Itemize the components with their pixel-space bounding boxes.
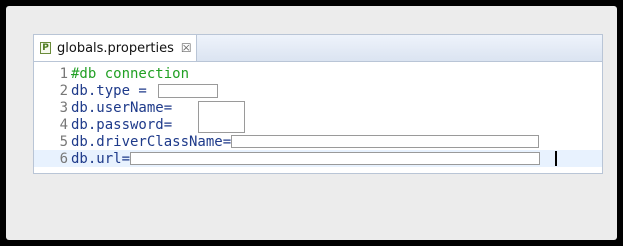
close-icon[interactable]: ☒ [181,41,192,55]
key-db-driverclassname: db.driverClassName= [71,133,232,150]
redacted-value [198,101,245,133]
line-number: 1 [59,65,68,82]
tab-bar: P globals.properties ☒ [34,35,602,62]
code-area[interactable]: 1 #db connection 2 db.type = 3 db.userNa… [34,65,602,173]
key-db-password: db.password= [71,116,173,133]
code-line-3: 3 db.userName= [34,99,602,116]
redacted-value [231,135,540,148]
window-frame: P globals.properties ☒ 1 #db connection … [6,6,617,240]
text-caret [555,151,557,166]
code-line-5: 5 db.driverClassName= [34,133,602,150]
line-number: 5 [59,133,68,150]
key-db-username: db.userName= [71,99,173,116]
key-db-type: db.type = [71,82,156,99]
comment-text: #db connection [71,65,190,82]
line-number: 3 [59,99,68,116]
properties-file-icon: P [40,42,51,54]
tab-label: globals.properties [57,40,174,56]
properties-editor: P globals.properties ☒ 1 #db connection … [33,34,603,174]
key-db-url: db.url= [71,150,131,167]
code-line-1: 1 #db connection [34,65,602,82]
line-number: 6 [59,150,68,167]
line-number: 4 [59,116,68,133]
code-line-6: 6 db.url= [34,150,602,167]
line-number: 2 [59,82,68,99]
tab-globals-properties[interactable]: P globals.properties ☒ [34,35,197,61]
code-line-2: 2 db.type = [34,82,602,99]
redacted-value [130,152,541,165]
code-line-4: 4 db.password= [34,116,602,133]
redacted-value [158,83,219,98]
